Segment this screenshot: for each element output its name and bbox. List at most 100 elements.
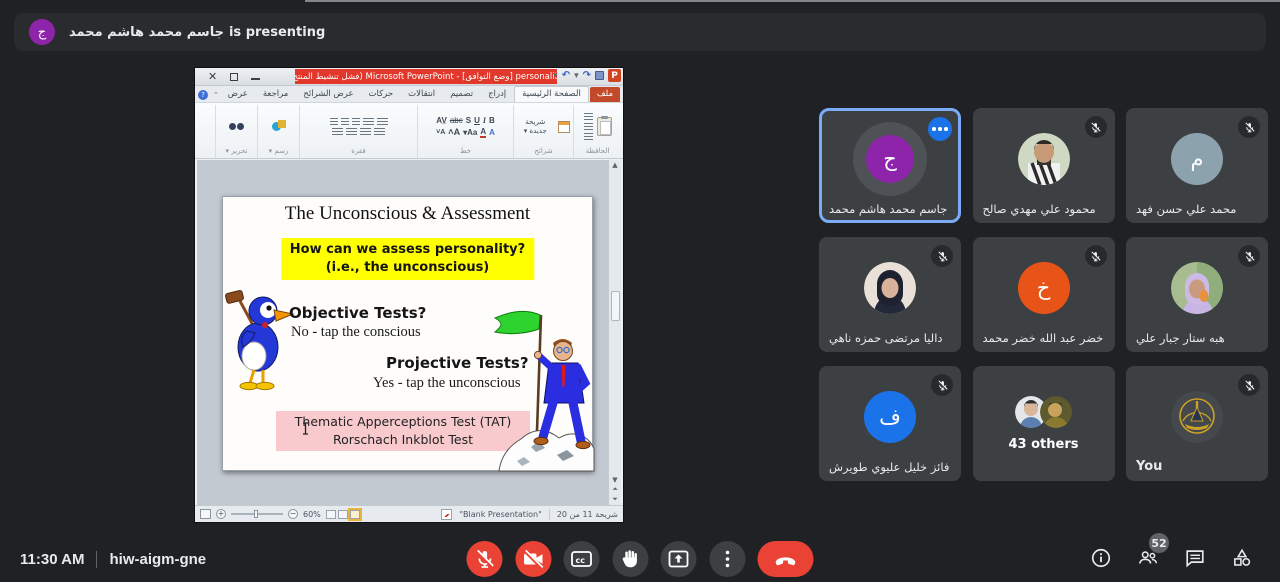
- tab-animations[interactable]: حركات: [362, 87, 401, 102]
- present-button[interactable]: [661, 541, 697, 577]
- window-minimize-icon[interactable]: [251, 78, 260, 80]
- undo-dropdown-icon[interactable]: ▾: [574, 71, 579, 81]
- ribbon-group-editing: تحرير ▾: [215, 105, 257, 158]
- others-avatars: [1015, 396, 1072, 428]
- presenting-banner: ج جاسم محمد هاشم محمدis presenting: [14, 13, 1266, 51]
- captions-button[interactable]: [564, 541, 600, 577]
- drawing-button[interactable]: [261, 106, 296, 147]
- qat-customize-icon[interactable]: ▾: [553, 71, 558, 81]
- zoom-in-button[interactable]: +: [216, 509, 226, 519]
- cut-icon[interactable]: [584, 113, 593, 121]
- tab-view[interactable]: عرض: [221, 87, 255, 102]
- format-painter-icon[interactable]: [584, 133, 593, 141]
- camera-mute-button[interactable]: [515, 541, 551, 577]
- participant-tile-you[interactable]: You: [1126, 366, 1268, 481]
- slide-title: The Unconscious & Assessment: [223, 203, 592, 225]
- next-slide-icon[interactable]: ⏷: [612, 495, 618, 504]
- line-spacing-icon[interactable]: [330, 118, 338, 126]
- more-options-button[interactable]: [709, 541, 745, 577]
- tile-more-options-button[interactable]: [928, 117, 952, 141]
- align-right-icon[interactable]: [346, 128, 357, 136]
- tab-slideshow[interactable]: عرض الشرائح: [296, 87, 360, 102]
- meeting-details-button[interactable]: [1089, 546, 1113, 570]
- participant-tile-others[interactable]: 43 others: [973, 366, 1115, 481]
- strikethrough-icon[interactable]: abc: [450, 116, 463, 125]
- char-spacing-icon[interactable]: AV̲: [436, 116, 447, 125]
- scroll-down-icon[interactable]: ▼: [612, 476, 617, 484]
- minimize-ribbon-icon[interactable]: ⌃: [213, 91, 219, 99]
- participant-name-you: You: [1136, 459, 1260, 474]
- slideshow-view-icon[interactable]: [338, 510, 348, 519]
- fit-to-window-icon[interactable]: [200, 509, 211, 519]
- highlight-color-icon[interactable]: A: [480, 127, 486, 138]
- tab-transitions[interactable]: انتقالات: [401, 87, 442, 102]
- tab-review[interactable]: مراجعة: [256, 87, 296, 102]
- reading-view-icon[interactable]: [326, 510, 336, 519]
- speaking-ring: ج: [853, 122, 927, 196]
- change-case-icon[interactable]: Aa▾: [463, 128, 477, 137]
- window-close-icon[interactable]: ✕: [208, 71, 217, 82]
- underline-icon[interactable]: U: [474, 116, 480, 125]
- new-slide-button[interactable]: شريحة جديدة ▾: [517, 106, 570, 147]
- bold-icon[interactable]: B: [489, 116, 495, 125]
- participant-tile-presenter[interactable]: ج جاسم محمد هاشم محمد: [819, 108, 961, 223]
- align-center-icon[interactable]: [360, 128, 371, 136]
- presenting-banner-text: جاسم محمد هاشم محمدis presenting: [69, 25, 325, 40]
- indent-more-icon[interactable]: [341, 118, 349, 126]
- powerpoint-app-icon[interactable]: P: [608, 69, 621, 82]
- paste-icon[interactable]: [597, 117, 612, 136]
- undo-icon[interactable]: ↶: [562, 70, 570, 81]
- save-icon[interactable]: [595, 71, 604, 80]
- participant-tile[interactable]: م محمد علي حسن فهد: [1126, 108, 1268, 223]
- zoom-out-button[interactable]: −: [288, 509, 298, 519]
- ribbon-group-paragraph: فقرة: [299, 105, 417, 158]
- participant-tile[interactable]: محمود علي مهدي صالح: [973, 108, 1115, 223]
- zoom-slider[interactable]: [231, 513, 283, 515]
- ribbon-group-drawing: رسم ▾: [257, 105, 299, 158]
- participants-button[interactable]: 52: [1136, 546, 1160, 570]
- tab-insert[interactable]: إدراج: [481, 87, 513, 102]
- ribbon-group-font: B I U S abc AV̲ A A Aa▾ A˄ A˅: [417, 105, 513, 158]
- indent-less-icon[interactable]: [352, 118, 360, 126]
- ppt-vertical-scrollbar[interactable]: ▲ ▼ ⏶ ⏷: [608, 160, 621, 505]
- font-color-icon[interactable]: A: [489, 128, 495, 137]
- previous-slide-icon[interactable]: ⏶: [612, 485, 618, 494]
- normal-view-icon[interactable]: [350, 510, 360, 519]
- scroll-up-icon[interactable]: ▲: [612, 161, 617, 169]
- scrollbar-thumb[interactable]: [611, 291, 620, 321]
- mic-muted-icon: [931, 245, 953, 267]
- tab-file[interactable]: ملف: [590, 87, 620, 102]
- participant-tile[interactable]: خ خضر عبد الله خضر محمد: [973, 237, 1115, 352]
- participant-tile[interactable]: ف فائز خليل عليوي طويرش: [819, 366, 961, 481]
- bullets-icon[interactable]: [377, 118, 388, 126]
- participant-tile[interactable]: هبه ستار جبار علي: [1126, 237, 1268, 352]
- shrink-font-icon[interactable]: A˅: [436, 129, 445, 136]
- avatar-photo: [864, 262, 916, 314]
- raise-hand-button[interactable]: [612, 541, 648, 577]
- justify-icon[interactable]: [332, 128, 343, 136]
- editing-button[interactable]: [219, 106, 254, 147]
- align-left-icon[interactable]: [374, 128, 385, 136]
- slide-canvas[interactable]: The Unconscious & Assessment How can we …: [222, 196, 593, 471]
- mic-mute-button[interactable]: [467, 541, 503, 577]
- tab-home[interactable]: الصفحة الرئيسية: [514, 86, 589, 102]
- document-name: "Blank Presentation": [459, 510, 541, 519]
- dodo-bird-cartoon: [225, 285, 295, 395]
- participant-tile[interactable]: داليا مرتضى حمزه ناهي: [819, 237, 961, 352]
- avatar-logo: [1171, 391, 1223, 443]
- grow-font-icon[interactable]: A˄: [448, 127, 460, 137]
- spell-check-icon[interactable]: [441, 509, 452, 520]
- chat-button[interactable]: [1183, 546, 1207, 570]
- end-call-button[interactable]: [758, 541, 814, 577]
- copy-icon[interactable]: [584, 123, 593, 131]
- redo-icon[interactable]: ↷: [583, 70, 591, 81]
- italic-icon[interactable]: I: [483, 116, 486, 125]
- numbering-icon[interactable]: [363, 118, 374, 126]
- flag-man-cartoon: [491, 309, 596, 472]
- help-icon[interactable]: ?: [198, 90, 208, 100]
- window-maximize-icon[interactable]: [230, 73, 238, 81]
- activities-button[interactable]: [1230, 546, 1254, 570]
- meet-bottom-bar: 11:30 AM hiw-aigm-gne 52: [0, 536, 1280, 582]
- shadow-icon[interactable]: S: [466, 116, 471, 125]
- tab-design[interactable]: تصميم: [443, 87, 480, 102]
